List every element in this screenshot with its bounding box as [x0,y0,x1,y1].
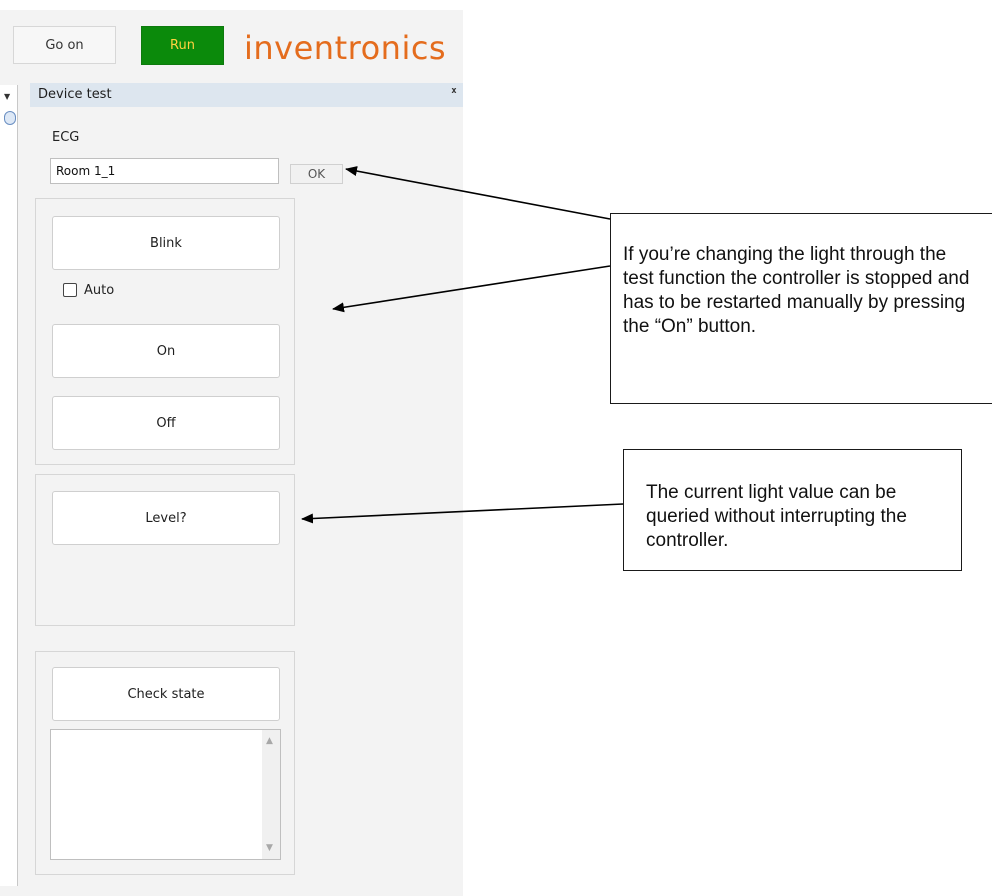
brand-logo: inventronics [244,29,447,67]
auto-checkbox-label: Auto [84,282,115,298]
panel-header: Device test ᕁ [30,83,463,107]
callout-level-query: The current light value can be queried w… [623,449,962,571]
panel-title: Device test [38,87,112,102]
scroll-down-icon[interactable]: ▼ [266,843,273,853]
go-on-button[interactable]: Go on [13,26,116,64]
scroll-up-icon[interactable]: ▲ [266,736,273,746]
ecg-input[interactable] [50,158,279,184]
refresh-icon[interactable] [4,111,16,125]
blink-button[interactable]: Blink [52,216,280,270]
on-button[interactable]: On [52,324,280,378]
ecg-label: ECG [52,130,80,145]
run-button[interactable]: Run [141,26,224,65]
auto-checkbox-row[interactable]: Auto [63,281,114,299]
check-state-button[interactable]: Check state [52,667,280,721]
left-dock-strip: ▼ [0,85,18,886]
chevron-down-icon[interactable]: ▼ [4,92,10,101]
callout-test-function: If you’re changing the light through the… [610,213,992,404]
level-query-button[interactable]: Level? [52,491,280,545]
ok-button[interactable]: OK [290,164,343,184]
auto-checkbox[interactable] [63,283,77,297]
state-output-scrollbar[interactable]: ▲ ▼ [262,730,280,859]
state-output-box[interactable]: ▲ ▼ [50,729,281,860]
pin-icon[interactable]: ᕁ [451,86,457,100]
off-button[interactable]: Off [52,396,280,450]
